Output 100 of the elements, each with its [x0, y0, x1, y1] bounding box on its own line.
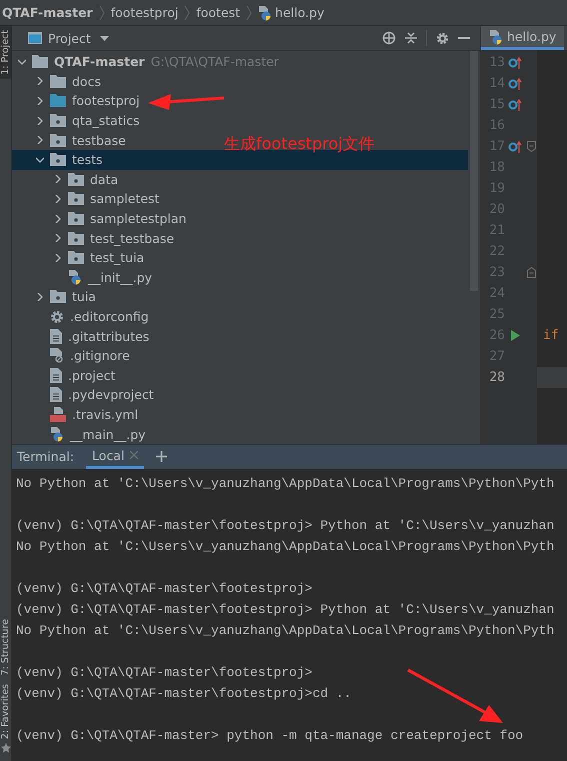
folder-icon — [68, 251, 84, 264]
python-file-icon — [50, 426, 64, 442]
settings-icon[interactable] — [436, 32, 449, 44]
folder-icon — [50, 94, 66, 108]
chevron-icon[interactable] — [54, 194, 62, 203]
tab-label: hello.py — [507, 29, 556, 44]
scrollbar[interactable] — [470, 51, 478, 291]
chevron-icon — [246, 4, 252, 20]
tool-window-tab[interactable]: 2: Favorites — [0, 680, 11, 743]
line-number: 28 — [488, 370, 505, 385]
tab-label: Local — [92, 448, 124, 463]
folder-icon — [50, 153, 66, 166]
python-file-icon — [258, 4, 272, 20]
tree-item[interactable]: .gitignore — [36, 346, 130, 366]
override-icon[interactable] — [508, 98, 522, 110]
python-file-icon — [68, 269, 82, 286]
text-file-icon — [50, 368, 62, 383]
override-icon[interactable] — [508, 140, 522, 152]
item-label: .project — [68, 368, 116, 383]
item-label: sampletestplan — [90, 211, 186, 226]
item-label: qta_statics — [72, 113, 140, 128]
item-label: test_testbase — [90, 230, 174, 246]
chevron-icon[interactable] — [18, 58, 26, 66]
tree-item[interactable]: docs — [36, 72, 101, 92]
item-label: .pydevproject — [68, 387, 154, 402]
path-label: G:\QTA\QTAF-master — [150, 54, 279, 70]
caret-icon[interactable] — [100, 36, 109, 40]
terminal-line: (venv) G:\QTA\QTAF-master> python -m qta-manage createproject foo — [16, 726, 524, 745]
terminal-label: Terminal: — [17, 449, 74, 464]
terminal-line: No Python at 'C:\Users\v_yanuzhang\AppData\Local\Programs\Python\Pyth — [16, 538, 556, 556]
item-label: .travis.yml — [72, 406, 138, 422]
tree-item[interactable]: __main__.py — [36, 424, 146, 444]
folder-icon — [68, 232, 84, 245]
terminal-line: (venv) G:\QTA\QTAF-master\footestproj> Python at 'C:\Users\v_yanuzhan — [16, 600, 556, 619]
terminal-line: No Python at 'C:\Users\v_yanuzhang\AppData\Local\Programs\Python\Pyth — [16, 474, 556, 493]
crosshair-icon[interactable] — [382, 31, 396, 45]
annotation-text: 生成footestproj文件 — [224, 134, 375, 155]
tree-item[interactable]: __init__.py — [54, 268, 152, 288]
tree-item[interactable]: sampletestplan — [54, 208, 186, 228]
chevron-icon[interactable] — [36, 156, 44, 164]
item-label: .gitignore — [70, 348, 130, 364]
tree-item[interactable]: test_tuia — [54, 248, 144, 268]
item-label: sampletest — [90, 191, 160, 206]
override-icon[interactable] — [508, 78, 522, 90]
tree-item[interactable]: data — [54, 170, 118, 190]
tool-window-tab[interactable]: 1: Project — [0, 26, 11, 79]
panel-title[interactable]: Project — [48, 30, 91, 46]
chevron-icon[interactable] — [36, 96, 44, 105]
chevron-icon — [184, 4, 190, 20]
item-label: .gitattributes — [68, 328, 150, 344]
tree-item[interactable]: QTAF-master G:\QTA\QTAF-master — [18, 52, 279, 72]
tree-item[interactable]: qta_statics — [36, 110, 140, 130]
folder-icon — [68, 172, 84, 186]
chevron-icon[interactable] — [36, 136, 44, 144]
tree-item[interactable]: tests — [36, 150, 103, 170]
breadcrumb-item[interactable]: QTAF-master — [2, 5, 93, 20]
chevron-icon[interactable] — [36, 292, 44, 301]
chevron-icon[interactable] — [54, 234, 62, 242]
item-label: __init__.py — [88, 270, 152, 285]
tree-item[interactable]: tuia — [36, 287, 96, 307]
tree-item[interactable]: .gitattributes — [36, 326, 150, 346]
chevron-icon[interactable] — [36, 116, 44, 125]
terminal-line: (venv) G:\QTA\QTAF-master\footestproj> — [16, 664, 314, 682]
ignored-file-icon — [50, 348, 64, 364]
tree-item[interactable]: .travis.yml — [36, 404, 138, 424]
fold-icon[interactable] — [526, 267, 536, 278]
tree-item[interactable]: test_testbase — [54, 228, 174, 248]
breadcrumb-item[interactable]: footestproj — [110, 5, 178, 20]
folder-icon — [50, 114, 66, 128]
item-label: .editorconfig — [70, 309, 149, 324]
terminal-tab[interactable]: Local — [86, 444, 144, 469]
chevron-icon[interactable] — [54, 175, 62, 184]
collapse-icon[interactable] — [405, 31, 417, 45]
override-icon[interactable] — [508, 56, 522, 68]
item-label: testbase — [72, 132, 126, 148]
editor-tab[interactable]: hello.py — [481, 26, 564, 50]
terminal-line: (venv) G:\QTA\QTAF-master\footestproj> — [16, 580, 314, 598]
breadcrumb-item[interactable]: hello.py — [275, 5, 324, 20]
gear-icon — [50, 310, 64, 324]
chevron-icon[interactable] — [54, 214, 62, 223]
yml-file-icon — [50, 406, 66, 422]
tree-item[interactable]: .project — [36, 366, 116, 386]
chevron-icon[interactable] — [36, 77, 44, 86]
terminal-line: (venv) G:\QTA\QTAF-master\footestproj> Python at 'C:\Users\v_yanuzhan — [16, 516, 556, 535]
run-icon[interactable] — [510, 330, 520, 341]
tree-item[interactable]: .editorconfig — [36, 306, 149, 326]
tree-item[interactable]: footestproj — [36, 91, 140, 111]
window-icon — [28, 32, 42, 44]
add-icon[interactable] — [156, 451, 168, 462]
tree-item[interactable]: testbase — [36, 130, 126, 150]
folder-icon — [50, 290, 66, 304]
item-label: QTAF-master — [54, 54, 145, 70]
tree-item[interactable]: .pydevproject — [36, 385, 154, 405]
folder-icon — [68, 212, 84, 226]
tool-window-tab[interactable]: 7: Structure — [0, 615, 11, 680]
tree-item[interactable]: sampletest — [54, 189, 160, 209]
breadcrumb-item[interactable]: footest — [196, 5, 240, 20]
chevron-icon — [98, 4, 105, 20]
fold-icon[interactable] — [526, 141, 536, 152]
chevron-icon[interactable] — [54, 254, 62, 262]
